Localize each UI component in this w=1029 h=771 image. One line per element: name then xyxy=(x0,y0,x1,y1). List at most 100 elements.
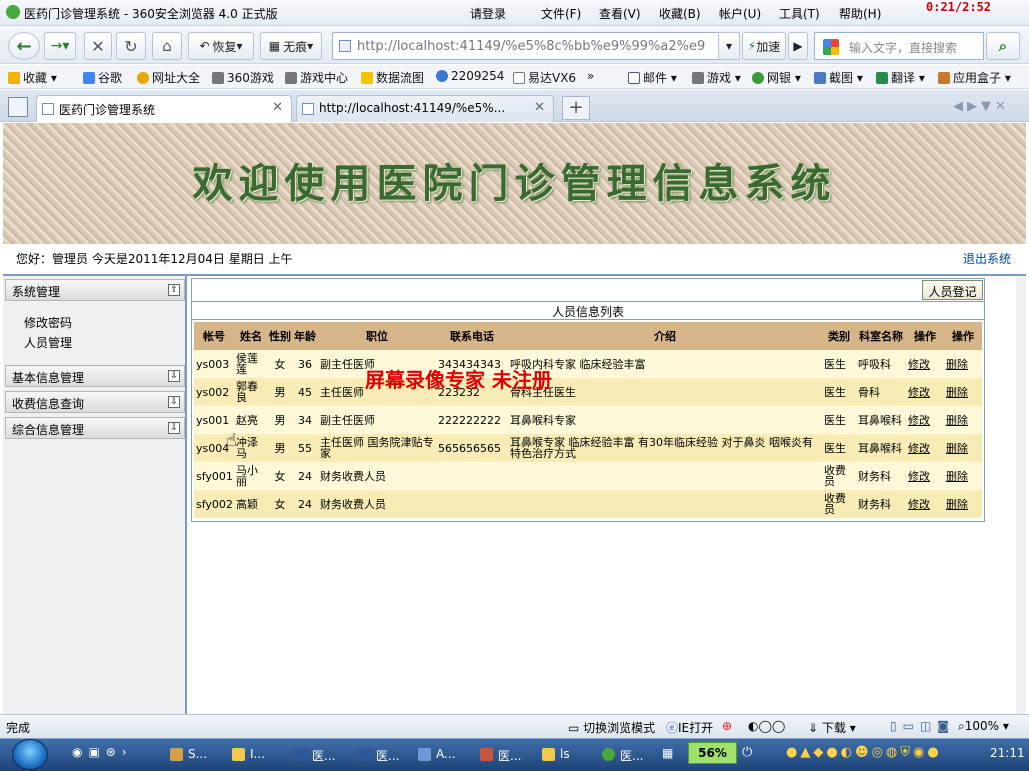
delete-link[interactable]: 删除 xyxy=(946,442,968,455)
expand-icon[interactable]: ⇩ xyxy=(168,370,180,382)
table-row: ys001 赵亮男 34 副主任医师 222222222 耳鼻喉科专家 医生 耳鼻喉科 修改 删除 xyxy=(194,406,982,434)
cell-category: 收费员 xyxy=(822,490,856,518)
address-bar[interactable]: http://localhost:41149/%e5%8c%bb%e9%99%a… xyxy=(332,32,738,60)
bookmark-mail[interactable]: 邮件 ▾ xyxy=(628,69,677,86)
edit-link[interactable]: 修改 xyxy=(908,386,930,399)
edit-link[interactable]: 修改 xyxy=(908,358,930,371)
taskbar-item[interactable]: ls xyxy=(538,742,594,767)
ie-open-button[interactable]: ⓔIE打开 xyxy=(666,719,713,736)
taskbar-item[interactable]: 医... xyxy=(598,742,656,767)
expand-icon[interactable]: ⇩ xyxy=(168,396,180,408)
edit-link[interactable]: 修改 xyxy=(908,498,930,511)
sidebar-group-fee-query[interactable]: 收费信息查询 ⇩ xyxy=(5,391,185,413)
start-button[interactable] xyxy=(12,739,48,770)
taskbar-item[interactable]: A... xyxy=(414,742,470,767)
toggle-icon[interactable]: ◐◯◯ xyxy=(748,719,785,733)
search-button[interactable]: ⌕ xyxy=(986,32,1020,60)
new-tab-button[interactable]: + xyxy=(562,96,590,120)
close-icon[interactable]: ✕ xyxy=(272,100,283,115)
cell-introduction xyxy=(508,490,822,518)
sidebar-item-staff-management[interactable]: 人员管理 xyxy=(24,334,72,351)
tab-inactive[interactable]: http://localhost:41149/%e5%... ✕ xyxy=(296,95,554,122)
delete-link[interactable]: 删除 xyxy=(946,358,968,371)
back-button[interactable]: ← xyxy=(8,32,40,60)
sidebar-group-basic-info[interactable]: 基本信息管理 ⇩ xyxy=(5,365,185,387)
bookmark-dataflow[interactable]: 数据流图 xyxy=(361,69,424,86)
sidebar-group-comprehensive[interactable]: 综合信息管理 ⇩ xyxy=(5,417,185,439)
cell-introduction: 骨科主任医生 xyxy=(508,378,822,406)
bookmark-yida[interactable]: 易达VX6 xyxy=(513,69,576,86)
status-tools-icon[interactable]: ▯▭◫◙ xyxy=(890,719,955,733)
keyboard-icon[interactable]: ▦ xyxy=(662,746,673,760)
bookmark-games[interactable]: 游戏 ▾ xyxy=(692,69,741,86)
close-icon[interactable]: ✕ xyxy=(534,100,545,115)
menu-view[interactable]: 查看(V) xyxy=(599,5,641,22)
refresh-button[interactable]: ↻ xyxy=(116,32,146,60)
menu-favorites[interactable]: 收藏(B) xyxy=(659,5,701,22)
delete-link[interactable]: 删除 xyxy=(946,470,968,483)
edit-link: 修改 xyxy=(906,378,944,406)
tab-active[interactable]: 医药门诊管理系统 ✕ xyxy=(36,95,292,122)
menu-login[interactable]: 请登录 xyxy=(470,5,506,22)
logout-link[interactable]: 退出系统 xyxy=(963,250,1011,267)
bookmark-favorites[interactable]: 收藏 ▾ xyxy=(8,69,57,86)
delete-link[interactable]: 删除 xyxy=(946,414,968,427)
bookmarks-more[interactable]: » xyxy=(587,69,594,83)
taskbar-item[interactable]: I... xyxy=(228,742,282,767)
header-banner: 欢迎使用医院门诊管理信息系统 xyxy=(3,123,1026,244)
page-scrollbar[interactable] xyxy=(1016,276,1026,714)
zoom-icon: ⌕ xyxy=(958,719,965,733)
search-box[interactable]: 输入文字，直接搜索 xyxy=(814,32,984,60)
delete-link[interactable]: 删除 xyxy=(946,386,968,399)
plug-icon[interactable]: ⏻ xyxy=(742,745,752,760)
stop-button[interactable]: ✕ xyxy=(84,32,112,60)
menu-file[interactable]: 文件(F) xyxy=(541,5,581,22)
menu-help[interactable]: 帮助(H) xyxy=(839,5,881,22)
cell-introduction: 耳鼻喉专家 临床经验丰富 有30年临床经验 对于鼻炎 咽喉炎有特色治疗方式 xyxy=(508,434,822,462)
address-dropdown-button[interactable]: ▾ xyxy=(718,32,740,60)
add-icon[interactable]: ⊕ xyxy=(722,719,732,733)
edit-link[interactable]: 修改 xyxy=(908,470,930,483)
sidebar-item-change-password[interactable]: 修改密码 xyxy=(24,314,72,331)
taskbar-item[interactable]: S... xyxy=(166,742,220,767)
quick-launch-icons[interactable]: ◉▣⊛› xyxy=(72,745,133,759)
bookmark-google[interactable]: 谷歌 xyxy=(83,69,122,86)
bookmark-2209254[interactable]: 2209254 xyxy=(436,69,504,83)
restore-button[interactable]: ↶ 恢复 ▾ xyxy=(188,32,254,60)
taskbar-item[interactable]: 医... xyxy=(354,742,410,767)
browser-logo-icon xyxy=(6,5,20,19)
tab-controls[interactable]: ◀▶▼✕ xyxy=(953,99,1023,115)
sidebar-group-system[interactable]: 系统管理 ⇧ xyxy=(5,279,185,301)
expand-icon[interactable]: ⇩ xyxy=(168,422,180,434)
menu-account[interactable]: 帐户(U) xyxy=(719,5,761,22)
bookmark-translate[interactable]: 翻译 ▾ xyxy=(876,69,925,86)
taskbar-item[interactable]: 医... xyxy=(476,742,532,767)
go-button[interactable]: ▶ xyxy=(788,32,808,60)
delete-link[interactable]: 删除 xyxy=(946,498,968,511)
staff-register-button[interactable]: 人员登记 xyxy=(922,280,983,300)
forward-button[interactable]: →▾ xyxy=(44,32,76,60)
zoom-control[interactable]: ⌕100% ▾ xyxy=(958,719,1009,734)
cell-category: 收费员 xyxy=(822,462,856,490)
column-header: 类别 xyxy=(822,322,856,350)
table-row: ys004 冲泽马男 55 主任医师 国务院津贴专家 565656565 耳鼻喉专家 临床… xyxy=(194,434,982,462)
column-header: 帐号 xyxy=(194,322,234,350)
system-tray-icons[interactable]: ●▲◆●◐☻◎◍⛨◉● xyxy=(786,745,982,765)
collapse-icon[interactable]: ⇧ xyxy=(168,284,180,296)
taskbar-item[interactable]: 医... xyxy=(290,742,346,767)
bookmark-app-box[interactable]: 应用盒子 ▾ xyxy=(938,69,1011,86)
edit-link[interactable]: 修改 xyxy=(908,414,930,427)
bookmark-bank[interactable]: 网银 ▾ xyxy=(752,69,801,86)
edit-link[interactable]: 修改 xyxy=(908,442,930,455)
bookmark-screenshot[interactable]: 截图 ▾ xyxy=(814,69,863,86)
menu-tools[interactable]: 工具(T) xyxy=(779,5,820,22)
download-button[interactable]: ⇓ 下载 ▾ xyxy=(808,719,856,736)
bookmark-game-center[interactable]: 游戏中心 xyxy=(285,69,348,86)
switch-mode-button[interactable]: ▭ 切换浏览模式 xyxy=(568,719,655,736)
bookmark-360-games[interactable]: 360游戏 xyxy=(212,69,274,86)
incognito-button[interactable]: ▦ 无痕 ▾ xyxy=(260,32,322,60)
home-button[interactable]: ⌂ xyxy=(152,32,182,60)
bookmark-url-directory[interactable]: 网址大全 xyxy=(137,69,200,86)
accelerate-button[interactable]: ⚡ 加速 xyxy=(742,32,786,60)
sidebar-toggle-icon[interactable] xyxy=(8,97,28,117)
